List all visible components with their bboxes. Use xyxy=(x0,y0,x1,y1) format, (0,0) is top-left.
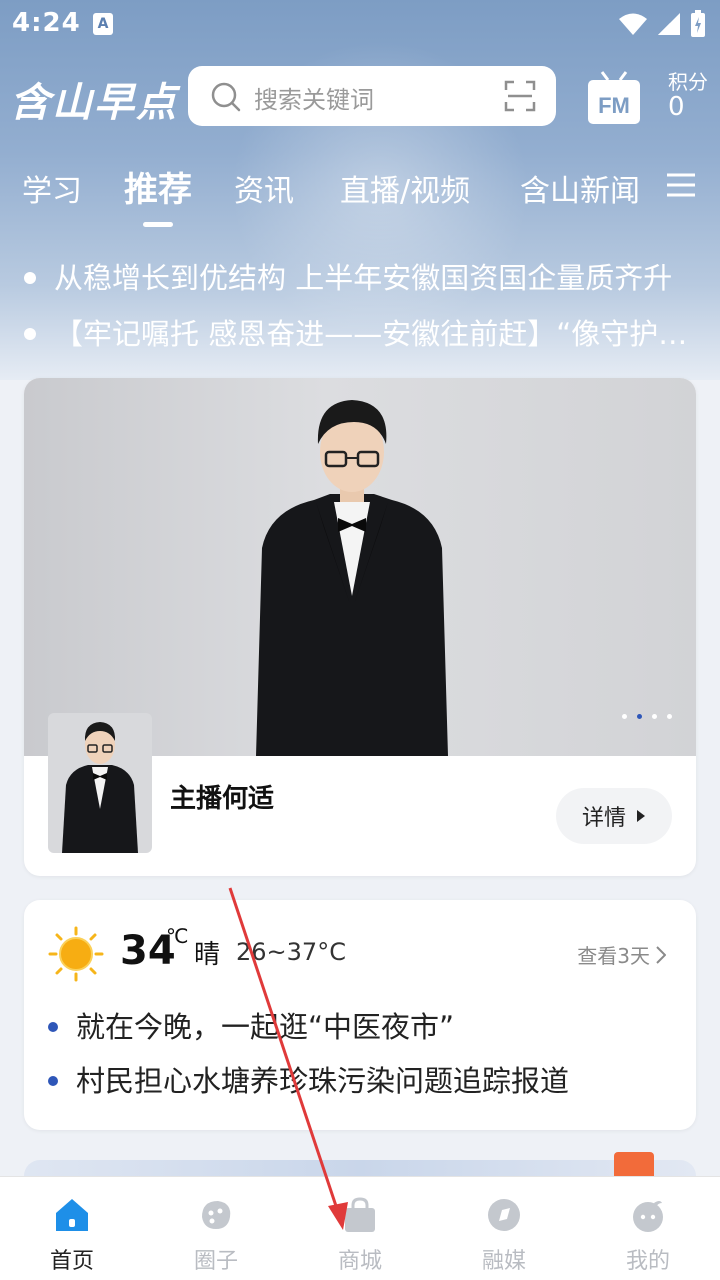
carousel-dot xyxy=(667,714,672,719)
play-triangle-icon xyxy=(637,810,645,822)
headline-item[interactable]: 【牢记嘱托 感恩奋进——安徽往前赶】“像守护眼睛一样 xyxy=(0,306,700,362)
search-bar[interactable]: 搜索关键词 xyxy=(188,66,556,126)
news-item[interactable]: 村民担心水塘养珍珠污染问题追踪报道 xyxy=(24,1054,696,1108)
svg-text:FM: FM xyxy=(598,93,630,118)
search-icon xyxy=(211,82,241,112)
tab-live-video[interactable]: 直播/视频 xyxy=(340,166,470,210)
anchor-thumbnail-photo xyxy=(62,722,138,853)
menu-icon[interactable] xyxy=(666,172,696,198)
carousel-dot xyxy=(652,714,657,719)
scan-icon[interactable] xyxy=(504,80,536,112)
tab-hanshan-news[interactable]: 含山新闻 xyxy=(520,166,640,210)
view-3-days-link[interactable]: 查看3天 xyxy=(577,940,666,969)
sunny-weather-icon xyxy=(48,926,104,982)
nav-media-label: 融媒 xyxy=(481,1249,526,1274)
temperature-unit: ℃ xyxy=(166,924,189,948)
nav-circle-label: 圈子 xyxy=(193,1249,238,1274)
nav-media[interactable]: 融媒 xyxy=(432,1177,576,1280)
nav-shop[interactable]: 商城 xyxy=(288,1177,432,1280)
anchor-banner-card[interactable]: 主播何适 详情 xyxy=(24,378,696,876)
detail-button[interactable]: 详情 xyxy=(556,788,672,844)
nav-home[interactable]: 首页 xyxy=(0,1177,144,1280)
tab-news[interactable]: 资讯 xyxy=(234,166,294,210)
news-item[interactable]: 就在今晚，一起逛“中医夜市” xyxy=(24,1000,696,1054)
anchor-thumbnail xyxy=(48,713,152,853)
nav-profile[interactable]: 我的 xyxy=(576,1177,720,1280)
anchor-name: 主播何适 xyxy=(170,784,275,814)
points-label: 积分 xyxy=(668,70,708,94)
tab-study[interactable]: 学习 xyxy=(22,166,82,210)
app-logo: 含山早点 xyxy=(10,80,178,126)
view-3-days-label: 查看3天 xyxy=(577,944,650,968)
wifi-icon xyxy=(619,13,647,35)
nav-circle[interactable]: 圈子 xyxy=(144,1177,288,1280)
shop-bag-icon xyxy=(345,1197,375,1232)
chevron-right-icon xyxy=(656,945,666,964)
nav-home-label: 首页 xyxy=(49,1249,94,1274)
status-indicators xyxy=(618,10,706,38)
category-tabs: 学习 推荐 资讯 直播/视频 含山新闻 xyxy=(0,160,720,227)
detail-button-label: 详情 xyxy=(581,806,626,831)
media-icon xyxy=(488,1199,520,1231)
points-value[interactable]: 0 xyxy=(668,92,685,122)
app-notification-icon: A xyxy=(93,13,113,35)
headline-item[interactable]: 从稳增长到优结构 上半年安徽国资国企量质齐升 xyxy=(0,250,700,306)
profile-icon xyxy=(633,1201,663,1232)
nav-profile-label: 我的 xyxy=(625,1249,670,1274)
banner-image[interactable] xyxy=(24,378,696,756)
carousel-dot-active xyxy=(637,714,642,719)
weather-card: 34 ℃ 晴 26~37°C 查看3天 就在今晚，一起逛“中医夜市” 村民担心水… xyxy=(24,900,696,1130)
circle-icon xyxy=(202,1201,231,1229)
carousel-indicator xyxy=(622,714,672,719)
tab-recommend[interactable]: 推荐 xyxy=(124,162,192,211)
fm-radio-icon[interactable]: FM xyxy=(586,70,642,126)
weather-condition: 晴 xyxy=(194,940,221,970)
nav-shop-label: 商城 xyxy=(337,1249,382,1274)
search-placeholder: 搜索关键词 xyxy=(254,86,374,114)
status-bar: 4:24 A xyxy=(0,0,720,50)
active-tab-indicator xyxy=(143,222,173,227)
home-icon xyxy=(56,1199,88,1231)
battery-icon xyxy=(691,10,705,37)
local-news-list: 就在今晚，一起逛“中医夜市” 村民担心水塘养珍珠污染问题追踪报道 xyxy=(24,1000,696,1108)
temperature-range: 26~37°C xyxy=(236,938,346,966)
anchor-photo xyxy=(256,400,448,756)
headline-list: 从稳增长到优结构 上半年安徽国资国企量质齐升 【牢记嘱托 感恩奋进——安徽往前赶… xyxy=(0,250,720,362)
status-time: 4:24 xyxy=(12,8,81,38)
bottom-navigation: 首页 圈子 商城 融媒 我的 xyxy=(0,1176,720,1280)
signal-icon xyxy=(658,13,680,35)
carousel-dot xyxy=(622,714,627,719)
